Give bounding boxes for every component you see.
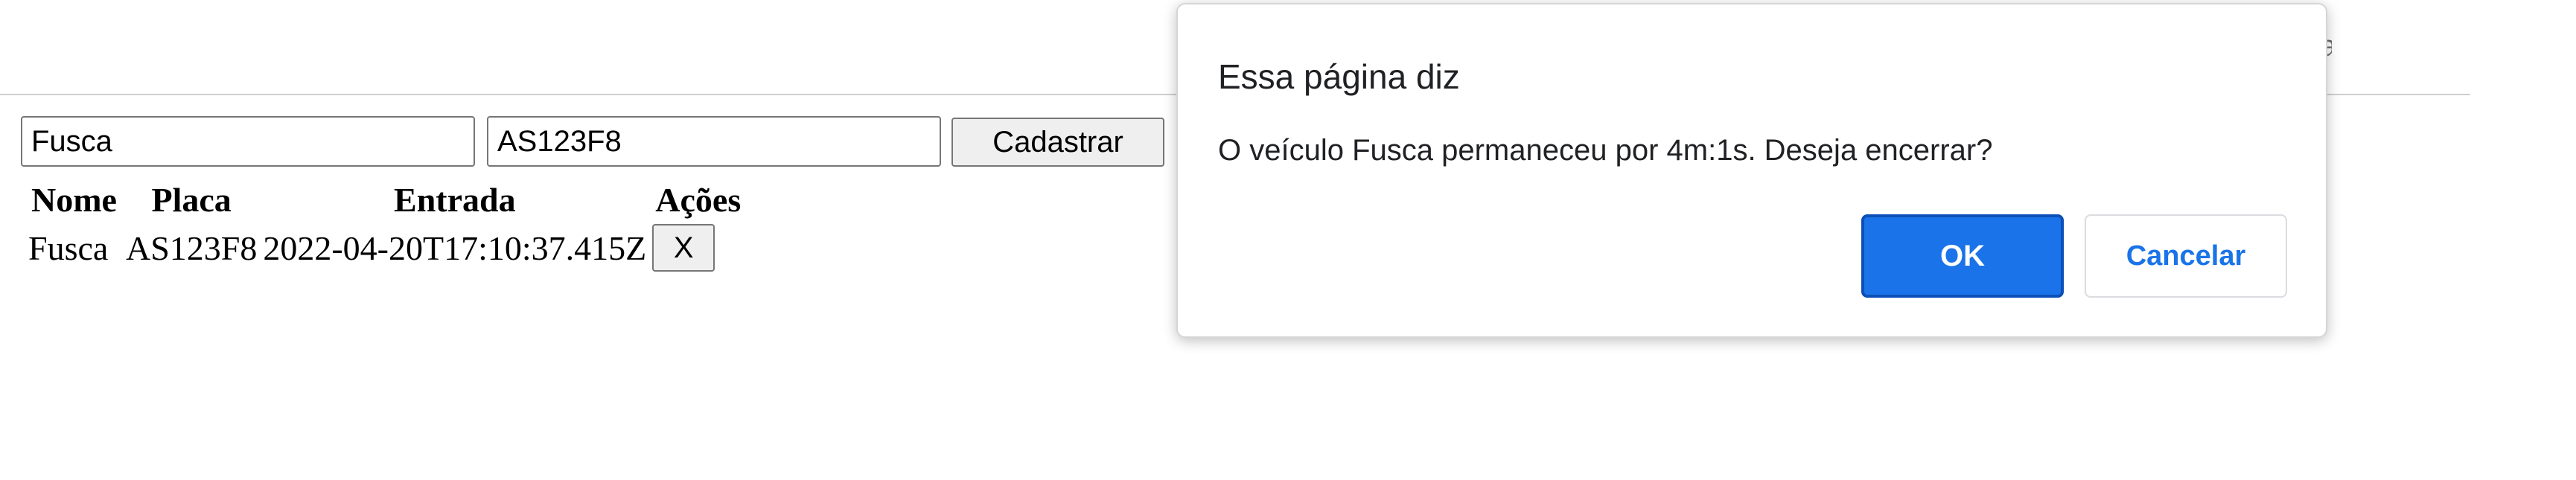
header-entrada: Entrada <box>394 181 516 219</box>
cell-nome: Fusca <box>28 228 109 267</box>
dialog-message: O veículo Fusca permaneceu por 4m:1s. De… <box>1218 134 1993 167</box>
confirm-dialog: Essa página diz O veículo Fusca permanec… <box>1176 3 2327 338</box>
vehicles-table: Nome Placa Entrada Ações Fusca AS123F8 2… <box>22 176 750 276</box>
cell-entrada: 2022-04-20T17:10:37.415Z <box>263 228 647 267</box>
cancel-button[interactable]: Cancelar <box>2085 214 2287 298</box>
table-header-row: Nome Placa Entrada Ações <box>28 180 744 220</box>
header-placa: Placa <box>151 181 232 219</box>
table-row: Fusca AS123F8 2022-04-20T17:10:37.415Z X <box>28 224 744 272</box>
header-nome: Nome <box>31 181 117 219</box>
remove-vehicle-button[interactable]: X <box>652 224 715 272</box>
cell-placa: AS123F8 <box>125 228 258 267</box>
cell-acoes: X <box>652 224 744 272</box>
page: a Cadastrar Nome Placa Entrada Ações Fus… <box>0 0 2576 480</box>
dialog-title: Essa página diz <box>1218 57 1460 96</box>
vehicle-plate-input[interactable] <box>487 116 941 167</box>
ok-button[interactable]: OK <box>1861 214 2064 298</box>
vehicle-name-input[interactable] <box>21 116 475 167</box>
register-button[interactable]: Cadastrar <box>951 118 1164 167</box>
header-acoes: Ações <box>655 181 742 219</box>
